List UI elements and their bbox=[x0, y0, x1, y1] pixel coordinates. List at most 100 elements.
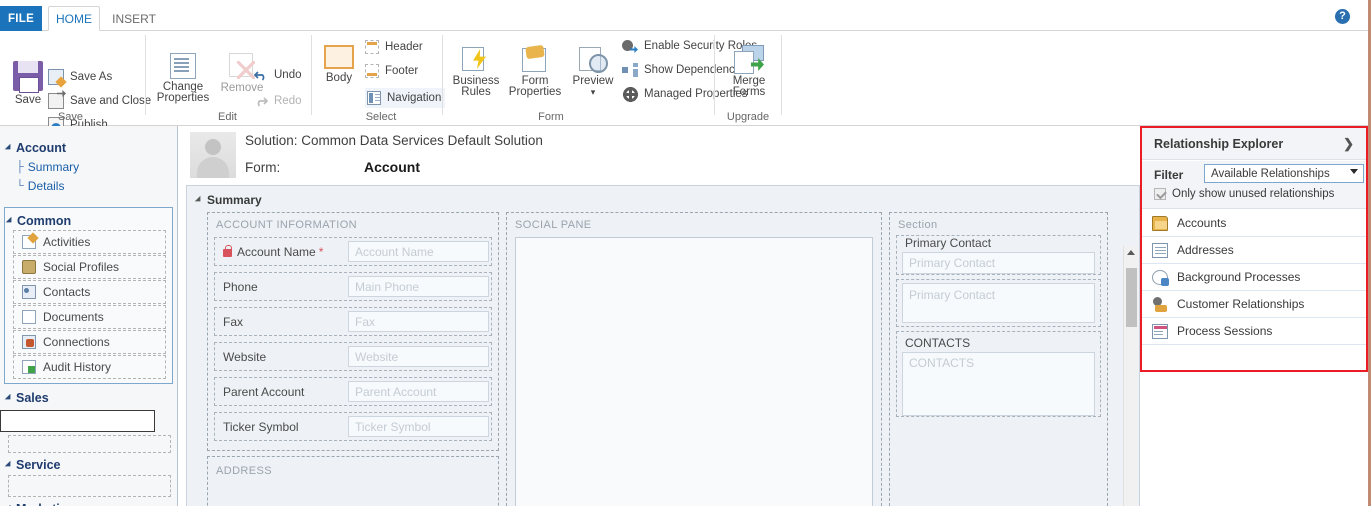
section-address-title: ADDRESS bbox=[216, 465, 272, 477]
field-input-primary-contact-box[interactable]: Primary Contact bbox=[902, 283, 1095, 323]
section-account-information[interactable]: ACCOUNT INFORMATION Account Name * Accoun… bbox=[207, 212, 499, 451]
field-input-ticker-symbol[interactable]: Ticker Symbol bbox=[348, 416, 489, 437]
field-input-parent-account[interactable]: Parent Account bbox=[348, 381, 489, 402]
section-social-pane[interactable]: SOCIAL PANE bbox=[506, 212, 882, 506]
relationship-explorer-header: Relationship Explorer ❯ bbox=[1142, 128, 1366, 160]
field-row-account-name[interactable]: Account Name * Account Name bbox=[214, 237, 492, 266]
field-label-ticker-symbol: Ticker Symbol bbox=[223, 419, 299, 434]
list-item-background-processes[interactable]: Background Processes bbox=[1142, 264, 1366, 291]
nav-group-marketing[interactable]: Marketing bbox=[0, 499, 177, 506]
relationship-explorer-pane: Relationship Explorer ❯ Filter Available… bbox=[1140, 126, 1368, 506]
field-input-account-name[interactable]: Account Name bbox=[348, 241, 489, 262]
field-row-primary-contact[interactable]: Primary Contact Primary Contact bbox=[896, 235, 1101, 275]
header-button[interactable]: Header bbox=[365, 40, 423, 54]
section-right[interactable]: Section Primary Contact Primary Contact … bbox=[889, 212, 1108, 506]
preview-button[interactable]: Preview ▾ bbox=[567, 47, 619, 98]
sidebar-item-social-profiles[interactable]: Social Profiles bbox=[13, 255, 166, 279]
field-input-contacts[interactable]: CONTACTS bbox=[902, 352, 1095, 416]
activities-icon bbox=[22, 235, 36, 249]
merge-forms-button[interactable]: Merge Forms bbox=[725, 45, 773, 98]
field-row-website[interactable]: Website Website bbox=[214, 342, 492, 371]
list-item-process-sessions-label: Process Sessions bbox=[1177, 324, 1273, 338]
only-unused-checkbox-row[interactable]: Only show unused relationships bbox=[1154, 188, 1334, 200]
field-row-primary-contact-box[interactable]: Primary Contact bbox=[896, 279, 1101, 327]
list-item-accounts[interactable]: Accounts bbox=[1142, 210, 1366, 237]
sidebar-item-summary[interactable]: ├ Summary bbox=[0, 157, 177, 176]
lock-icon bbox=[223, 244, 232, 257]
body-button[interactable]: Body bbox=[319, 45, 359, 84]
section-address[interactable]: ADDRESS bbox=[207, 456, 499, 506]
list-item-customer-relationships[interactable]: Customer Relationships bbox=[1142, 291, 1366, 318]
ribbon-group-save: Save Save As Save and Close Publish Save bbox=[0, 31, 151, 133]
sidebar-item-documents[interactable]: Documents bbox=[13, 305, 166, 329]
field-row-fax[interactable]: Fax Fax bbox=[214, 307, 492, 336]
canvas-vertical-scrollbar[interactable] bbox=[1123, 246, 1138, 506]
tab-insert[interactable]: INSERT bbox=[104, 6, 164, 31]
scroll-up-arrow-icon[interactable] bbox=[1127, 250, 1135, 255]
navigation-button[interactable]: Navigation bbox=[365, 88, 446, 108]
nav-service-placeholder[interactable] bbox=[8, 475, 171, 497]
ribbon-group-label-select: Select bbox=[365, 111, 397, 123]
form-tab-summary[interactable]: Summary bbox=[194, 193, 262, 207]
save-as-button[interactable]: Save As bbox=[48, 69, 112, 85]
sidebar-item-audit-history[interactable]: Audit History bbox=[13, 355, 166, 379]
field-label-website: Website bbox=[223, 349, 267, 364]
footer-button[interactable]: Footer bbox=[365, 64, 418, 78]
field-row-parent-account[interactable]: Parent Account Parent Account bbox=[214, 377, 492, 406]
save-button[interactable]: Save bbox=[6, 61, 50, 106]
field-label-contacts: CONTACTS bbox=[905, 336, 971, 350]
nav-group-account-label: Account bbox=[16, 141, 66, 155]
chevron-right-icon[interactable]: ❯ bbox=[1343, 136, 1354, 152]
change-properties-button[interactable]: Change Properties bbox=[152, 49, 214, 104]
nav-sales-placeholder[interactable] bbox=[8, 435, 171, 453]
ribbon-separator-2 bbox=[311, 35, 312, 115]
social-pane-control[interactable] bbox=[515, 237, 873, 506]
nav-group-common-header[interactable]: Common bbox=[5, 211, 172, 230]
nav-group-sales[interactable]: Sales bbox=[0, 388, 177, 408]
field-input-fax[interactable]: Fax bbox=[348, 311, 489, 332]
undo-icon bbox=[254, 68, 268, 82]
filter-label: Filter bbox=[1154, 168, 1184, 182]
preview-dropdown-icon[interactable]: ▾ bbox=[591, 87, 596, 98]
footer-label: Footer bbox=[385, 65, 419, 77]
field-input-phone[interactable]: Main Phone bbox=[348, 276, 489, 297]
show-dependencies-icon bbox=[622, 63, 638, 77]
field-row-ticker-symbol[interactable]: Ticker Symbol Ticker Symbol bbox=[214, 412, 492, 441]
field-row-contacts[interactable]: CONTACTS CONTACTS bbox=[896, 331, 1101, 417]
form-navigation-pane: Account ├ Summary └ Details Common Activ… bbox=[0, 126, 178, 506]
section-account-information-title: ACCOUNT INFORMATION bbox=[216, 219, 358, 231]
business-rules-button[interactable]: Business Rules bbox=[448, 45, 504, 98]
nav-group-service[interactable]: Service bbox=[0, 455, 177, 475]
nav-group-account[interactable]: Account bbox=[0, 139, 177, 157]
sidebar-item-contacts[interactable]: Contacts bbox=[13, 280, 166, 304]
list-item-background-processes-label: Background Processes bbox=[1177, 270, 1301, 284]
addresses-icon bbox=[1152, 242, 1168, 258]
remove-label: Remove bbox=[220, 82, 264, 94]
save-and-close-button[interactable]: Save and Close bbox=[48, 93, 151, 109]
list-item-addresses[interactable]: Addresses bbox=[1142, 237, 1366, 264]
only-unused-checkbox[interactable] bbox=[1154, 188, 1166, 200]
field-input-primary-contact[interactable]: Primary Contact bbox=[902, 252, 1095, 274]
tab-home[interactable]: HOME bbox=[48, 6, 100, 31]
nav-sales-dropzone[interactable] bbox=[0, 410, 155, 432]
list-item-process-sessions[interactable]: Process Sessions bbox=[1142, 318, 1366, 345]
field-row-phone[interactable]: Phone Main Phone bbox=[214, 272, 492, 301]
process-sessions-icon bbox=[1152, 323, 1168, 339]
sidebar-item-connections[interactable]: Connections bbox=[13, 330, 166, 354]
undo-button[interactable]: Undo bbox=[254, 68, 302, 82]
application-window: FILE HOME INSERT ? Save Save As Save and… bbox=[0, 0, 1371, 506]
field-input-website[interactable]: Website bbox=[348, 346, 489, 367]
nav-group-marketing-label: Marketing bbox=[16, 502, 75, 506]
tab-file[interactable]: FILE bbox=[0, 6, 42, 31]
tree-branch-icon: ├ bbox=[16, 160, 24, 173]
filter-select[interactable]: Available Relationships bbox=[1204, 164, 1364, 183]
sidebar-item-activities[interactable]: Activities bbox=[13, 230, 166, 254]
solution-line: Solution: Common Data Services Default S… bbox=[245, 133, 543, 148]
list-item-customer-relationships-label: Customer Relationships bbox=[1177, 297, 1305, 311]
sidebar-item-details[interactable]: └ Details bbox=[0, 176, 177, 195]
redo-button[interactable]: Redo bbox=[254, 94, 302, 108]
form-properties-button[interactable]: Form Properties bbox=[504, 45, 566, 98]
help-icon[interactable]: ? bbox=[1335, 9, 1350, 24]
scrollbar-thumb[interactable] bbox=[1126, 268, 1137, 327]
contacts-icon bbox=[22, 285, 36, 299]
